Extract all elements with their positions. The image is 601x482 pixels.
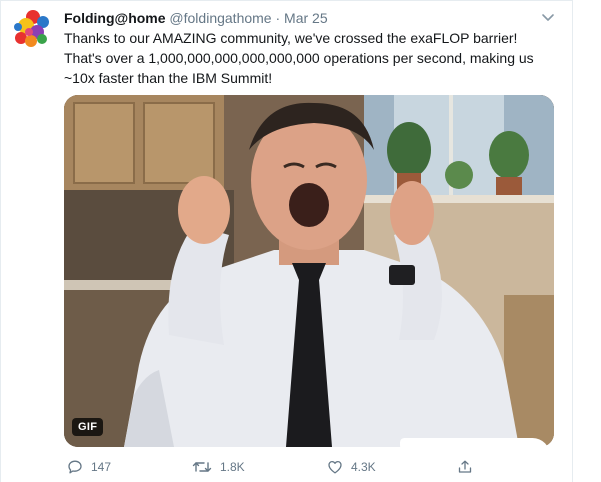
share-button[interactable]	[457, 457, 481, 477]
tweet-date[interactable]: Mar 25	[284, 10, 328, 26]
retweet-button[interactable]: 1.8K	[192, 457, 245, 477]
retweet-count: 1.8K	[220, 460, 245, 474]
reply-count: 147	[91, 460, 112, 474]
like-count: 4.3K	[351, 460, 376, 474]
like-button[interactable]: 4.3K	[327, 457, 376, 477]
retweet-icon	[192, 462, 212, 472]
redaction-mark	[400, 438, 550, 458]
tweet-text-line: That's over a 1,000,000,000,000,000,000 …	[64, 50, 534, 66]
reply-icon	[68, 460, 82, 474]
reply-button[interactable]: 147	[67, 457, 111, 477]
divider-right	[572, 0, 573, 482]
user-handle[interactable]: @foldingathome	[169, 10, 271, 26]
heart-icon	[328, 460, 342, 474]
gif-badge: GIF	[72, 418, 104, 436]
tweet-text-line: Thanks to our AMAZING community, we've c…	[64, 30, 518, 46]
tweet-actions: 147 1.8K 4.3K	[64, 457, 504, 477]
tweet-text-line: ~10x faster than the IBM Summit!	[64, 70, 273, 86]
divider-left	[0, 0, 1, 482]
tweet-card: Folding@home @foldingathome · Mar 25 Tha…	[0, 0, 601, 482]
header-separator: ·	[275, 10, 281, 26]
tweet-text: Thanks to our AMAZING community, we've c…	[64, 28, 554, 88]
folding-at-home-logo-icon[interactable]	[9, 8, 53, 52]
display-name[interactable]: Folding@home	[64, 10, 166, 26]
tweet-media-gif[interactable]: GIF	[64, 95, 554, 447]
share-icon	[458, 460, 472, 473]
gif-frame-image	[64, 95, 554, 447]
chevron-down-icon[interactable]	[541, 10, 555, 21]
divider-top	[0, 0, 572, 1]
tweet-header: Folding@home @foldingathome · Mar 25	[64, 9, 328, 27]
